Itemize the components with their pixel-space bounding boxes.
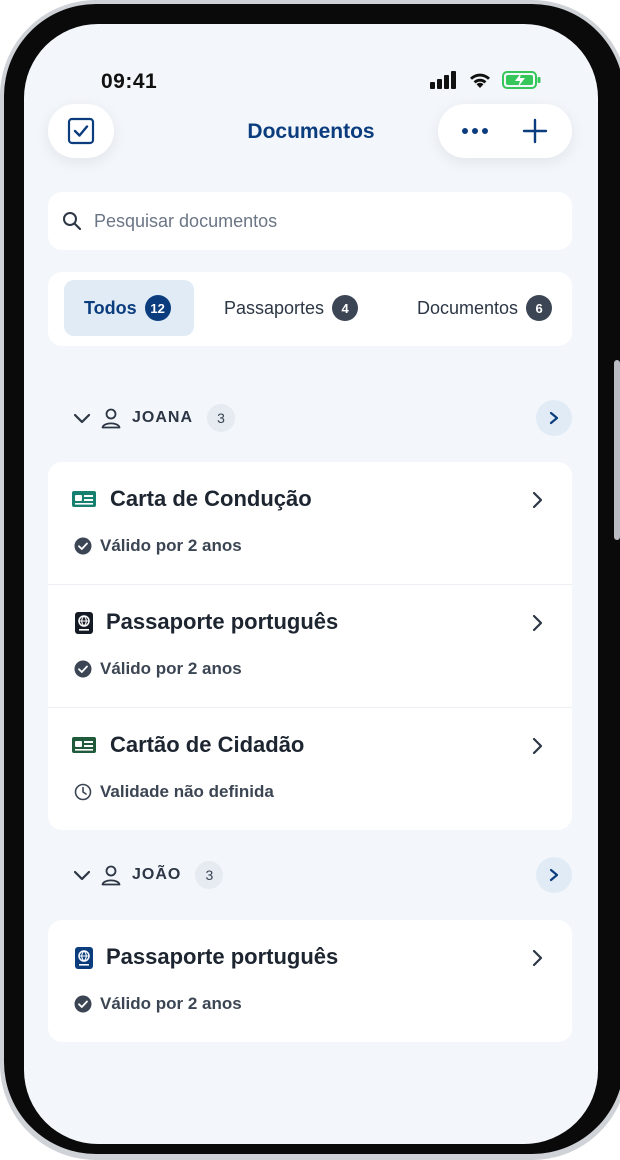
tab-todos[interactable]: Todos 12 (64, 280, 194, 336)
document-title: Passaporte português (106, 609, 339, 634)
status-bar: 09:41 (24, 24, 598, 104)
passport-icon (75, 612, 93, 634)
phone-bezel: 09:41 Documentos Pesquisar documentos To… (4, 4, 620, 1154)
tab-count-badge: 4 (332, 295, 359, 321)
chevron-right-icon (532, 491, 543, 509)
battery-charging-icon (502, 71, 541, 89)
nav-actions-pill (438, 104, 572, 158)
plus-icon (522, 118, 548, 144)
cellular-signal-icon (430, 71, 456, 89)
list-item[interactable]: Passaporte português Válido por 2 anos (48, 920, 572, 1042)
filter-tabs: Todos 12 Passaportes 4 Documentos 6 (48, 272, 572, 346)
chevron-right-icon (549, 868, 559, 882)
group-name: JOÃO (132, 866, 182, 883)
group-header-joao[interactable]: JOÃO 3 (48, 851, 572, 899)
group-count-badge: 3 (195, 861, 224, 889)
add-button[interactable] (505, 104, 565, 158)
group-open-button[interactable] (536, 857, 572, 893)
chevron-right-icon (532, 949, 543, 967)
document-title: Carta de Condução (110, 486, 312, 511)
person-icon (101, 865, 121, 886)
tab-passaportes[interactable]: Passaportes 4 (224, 280, 384, 336)
chevron-right-icon (532, 737, 543, 755)
person-icon (101, 408, 121, 429)
tab-count-badge: 6 (526, 295, 553, 321)
more-button[interactable] (445, 104, 505, 158)
check-circle-icon (74, 537, 92, 555)
tab-count-badge: 12 (144, 295, 171, 321)
phone-frame: 09:41 Documentos Pesquisar documentos To… (0, 0, 620, 1160)
check-circle-icon (74, 995, 92, 1013)
list-item[interactable]: Cartão de Cidadão Validade não definida (48, 708, 572, 830)
search-input[interactable] (92, 209, 516, 233)
document-status: Válido por 2 anos (74, 994, 242, 1014)
id-card-icon (72, 737, 96, 753)
document-status: Válido por 2 anos (74, 659, 242, 679)
chevron-right-icon (549, 411, 559, 425)
tab-label: Passaportes (224, 297, 325, 318)
group-count-badge: 3 (207, 404, 236, 432)
document-title: Passaporte português (106, 944, 339, 969)
tab-documentos[interactable]: Documentos 6 (417, 280, 567, 336)
chevron-down-icon (73, 413, 91, 424)
status-time: 09:41 (101, 70, 158, 93)
status-icons (430, 70, 542, 90)
id-card-icon (72, 491, 96, 507)
group-open-button[interactable] (536, 400, 572, 436)
list-item[interactable]: Passaporte português Válido por 2 anos (48, 585, 572, 708)
group-name: JOANA (132, 409, 194, 426)
tab-label: Todos (84, 297, 137, 318)
wifi-icon (470, 73, 490, 88)
check-circle-icon (74, 660, 92, 678)
document-status: Válido por 2 anos (74, 536, 242, 556)
search-icon (63, 212, 82, 231)
status-text: Válido por 2 anos (100, 659, 242, 678)
group-header-joana[interactable]: JOANA 3 (48, 394, 572, 442)
search-bar[interactable] (48, 192, 572, 250)
phone-side-button (614, 360, 620, 540)
status-text: Válido por 2 anos (100, 994, 242, 1013)
clock-icon (74, 783, 92, 801)
status-text: Válido por 2 anos (100, 536, 242, 555)
screen: 09:41 Documentos Pesquisar documentos To… (24, 24, 598, 1144)
more-dots-icon (462, 128, 488, 134)
tab-label: Documentos (417, 297, 519, 318)
document-list-joao: Passaporte português Válido por 2 anos (48, 920, 572, 1042)
status-text: Validade não definida (100, 782, 274, 801)
document-list-joana: Carta de Condução Válido por 2 anos Pass… (48, 462, 572, 830)
document-title: Cartão de Cidadão (110, 732, 305, 757)
document-status: Validade não definida (74, 782, 274, 802)
chevron-right-icon (532, 614, 543, 632)
chevron-down-icon (73, 870, 91, 881)
list-item[interactable]: Carta de Condução Válido por 2 anos (48, 462, 572, 585)
passport-icon (75, 947, 93, 969)
